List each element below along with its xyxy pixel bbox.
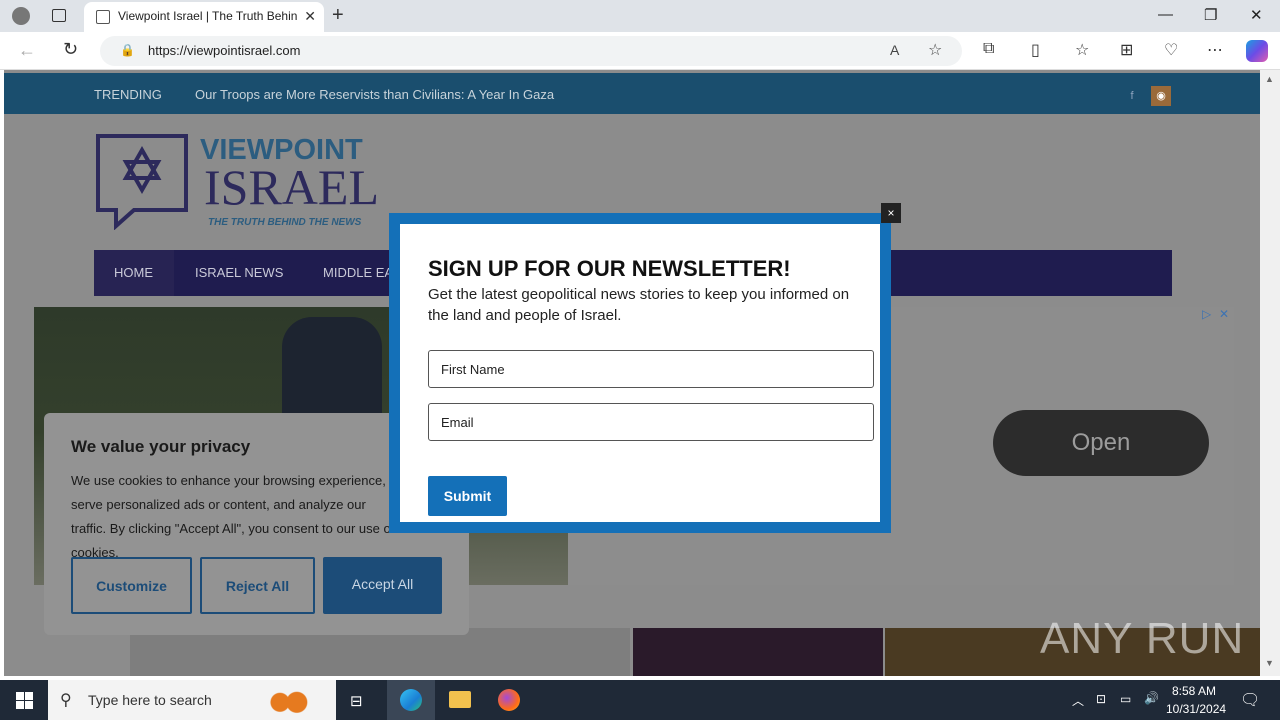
clock-date[interactable]: 10/31/2024 bbox=[1166, 702, 1226, 716]
tray-chevron-icon[interactable]: ︿ bbox=[1072, 692, 1084, 709]
email-field[interactable]: Email bbox=[428, 403, 874, 441]
restore-icon[interactable]: ❐ bbox=[1204, 6, 1217, 24]
nav-israel-news[interactable]: ISRAEL NEWS bbox=[195, 265, 283, 280]
cookie-title: We value your privacy bbox=[71, 437, 251, 456]
lock-icon: 🔒 bbox=[120, 43, 135, 57]
profile-icon[interactable] bbox=[12, 7, 30, 25]
tab-actions-icon[interactable] bbox=[52, 9, 66, 22]
settings-more-icon[interactable]: ⋯ bbox=[1207, 40, 1223, 60]
read-aloud-icon[interactable]: A bbox=[890, 42, 899, 58]
site-logo[interactable]: VIEWPOINT ISRAEL THE TRUTH BEHIND THE NE… bbox=[94, 134, 384, 231]
windows-start-icon[interactable] bbox=[16, 692, 33, 709]
modal-close-button[interactable]: × bbox=[881, 203, 901, 223]
browser-tab-bar: Viewpoint Israel | The Truth Behind ✕ + … bbox=[0, 0, 1280, 32]
reject-all-button[interactable]: Reject All bbox=[200, 557, 315, 614]
star-of-david-icon bbox=[96, 134, 188, 231]
close-tab-icon[interactable]: ✕ bbox=[304, 8, 316, 25]
submit-button[interactable]: Submit bbox=[428, 476, 507, 516]
logo-tagline: THE TRUTH BEHIND THE NEWS bbox=[208, 217, 362, 228]
page-scrollbar[interactable]: ▲ ▼ bbox=[1260, 70, 1280, 676]
ad-choices-icon[interactable]: ▷ bbox=[1202, 307, 1211, 321]
clock-time[interactable]: 8:58 AM bbox=[1172, 684, 1216, 698]
ad-open-button[interactable]: Open bbox=[993, 410, 1209, 476]
file-explorer-icon[interactable] bbox=[449, 691, 471, 708]
tray-apps-icon[interactable]: ⊡ bbox=[1096, 692, 1106, 706]
network-icon[interactable]: ▭ bbox=[1120, 692, 1131, 706]
notifications-icon[interactable]: 🗨 bbox=[1240, 690, 1260, 710]
trending-headline-link[interactable]: Our Troops are More Reservists than Civi… bbox=[195, 87, 554, 102]
firefox-icon[interactable] bbox=[498, 689, 520, 711]
tab-title: Viewpoint Israel | The Truth Behind bbox=[118, 9, 298, 23]
article-thumb-2[interactable] bbox=[633, 628, 883, 676]
browser-essentials-icon[interactable]: ♡ bbox=[1164, 40, 1178, 60]
scroll-down-icon[interactable]: ▼ bbox=[1265, 658, 1274, 668]
windows-taskbar: ⚲ Type here to search ⊟ ︿ ⊡ ▭ 🔊 8:58 AM … bbox=[0, 680, 1280, 720]
back-icon[interactable]: ← bbox=[18, 40, 36, 61]
facebook-icon[interactable]: f bbox=[1122, 86, 1142, 106]
url-field[interactable]: 🔒 https://viewpointisrael.com A ☆ bbox=[100, 36, 962, 66]
newsletter-modal: SIGN UP FOR OUR NEWSLETTER! Get the late… bbox=[389, 213, 891, 533]
scroll-up-icon[interactable]: ▲ bbox=[1265, 74, 1274, 84]
taskbar-search-placeholder: Type here to search bbox=[88, 692, 212, 708]
ad-close-icon[interactable]: ✕ bbox=[1219, 307, 1229, 321]
newsletter-modal-body: SIGN UP FOR OUR NEWSLETTER! Get the late… bbox=[400, 224, 880, 522]
rss-icon[interactable]: ◉ bbox=[1151, 86, 1171, 106]
newsletter-description: Get the latest geopolitical news stories… bbox=[428, 286, 850, 324]
article-thumb-1[interactable] bbox=[130, 628, 630, 676]
first-name-field[interactable]: First Name bbox=[428, 350, 874, 388]
site-favicon-icon bbox=[96, 10, 110, 24]
pumpkin-icon bbox=[262, 688, 322, 714]
refresh-icon[interactable]: ↻ bbox=[63, 39, 78, 60]
extensions-icon[interactable]: ⧉ bbox=[983, 40, 994, 58]
taskbar-search-box[interactable]: ⚲ Type here to search bbox=[48, 680, 336, 720]
accept-all-button[interactable]: Accept All bbox=[323, 557, 442, 614]
task-view-icon[interactable]: ⊟ bbox=[350, 692, 363, 710]
new-tab-icon[interactable]: + bbox=[332, 4, 344, 27]
search-icon: ⚲ bbox=[60, 692, 72, 709]
nav-middle-east[interactable]: MIDDLE EA bbox=[323, 265, 393, 280]
close-window-icon[interactable]: ✕ bbox=[1250, 6, 1263, 24]
trending-bar: TRENDING Our Troops are More Reservists … bbox=[4, 73, 1260, 114]
tab-viewpoint-israel[interactable]: Viewpoint Israel | The Truth Behind ✕ bbox=[84, 2, 324, 32]
collections-icon[interactable]: ⊞ bbox=[1120, 40, 1133, 60]
favorites-icon[interactable]: ☆ bbox=[1075, 40, 1089, 60]
minimize-icon[interactable]: — bbox=[1158, 6, 1173, 23]
anyrun-watermark: ANY RUN bbox=[1040, 614, 1245, 663]
cookie-text: We use cookies to enhance your browsing … bbox=[71, 473, 395, 560]
nav-home[interactable]: HOME bbox=[114, 265, 153, 280]
trending-label: TRENDING bbox=[94, 87, 162, 102]
copilot-icon[interactable] bbox=[1246, 40, 1268, 62]
split-screen-icon[interactable]: ▯ bbox=[1031, 40, 1040, 60]
newsletter-title: SIGN UP FOR OUR NEWSLETTER! bbox=[428, 256, 791, 281]
customize-button[interactable]: Customize bbox=[71, 557, 192, 614]
logo-word-israel: ISRAEL bbox=[204, 159, 379, 215]
volume-icon[interactable]: 🔊 bbox=[1144, 691, 1159, 705]
favorite-star-icon[interactable]: ☆ bbox=[928, 40, 942, 60]
edge-taskbar-icon[interactable] bbox=[387, 680, 435, 720]
url-text: https://viewpointisrael.com bbox=[148, 43, 301, 58]
